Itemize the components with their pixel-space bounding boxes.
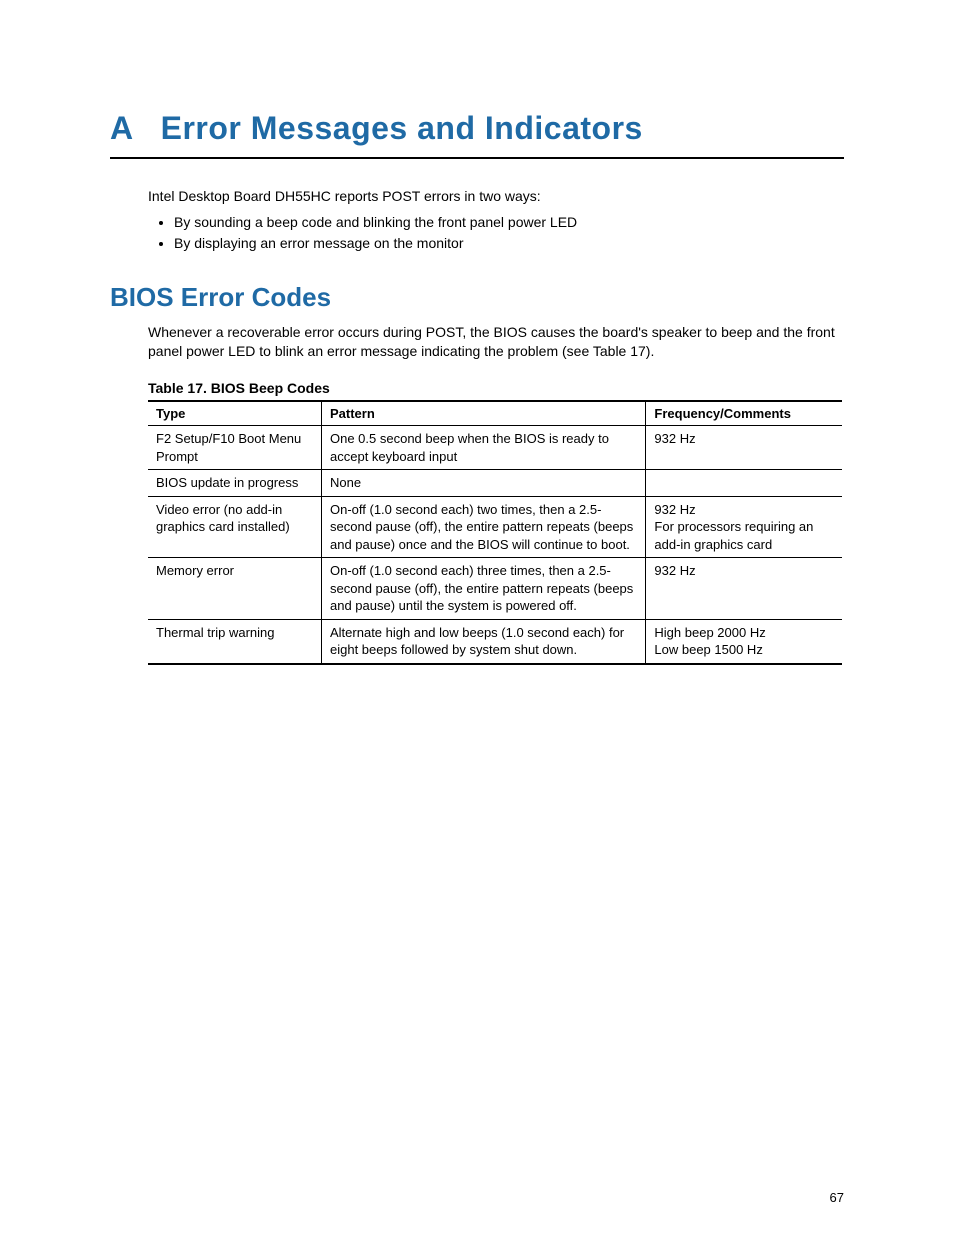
table-row: F2 Setup/F10 Boot Menu Prompt One 0.5 se… [148,425,842,469]
appendix-letter: A [110,110,132,146]
cell-pattern: None [322,470,646,497]
page-title-text: Error Messages and Indicators [161,110,643,146]
table-row: BIOS update in progress None [148,470,842,497]
bios-beep-table: Type Pattern Frequency/Comments F2 Setup… [148,400,842,665]
cell-frequency: 932 Hz For processors requiring an add-i… [646,496,842,558]
cell-pattern: One 0.5 second beep when the BIOS is rea… [322,425,646,469]
cell-type: Video error (no add-in graphics card ins… [148,496,322,558]
intro-bullets: By sounding a beep code and blinking the… [148,213,844,254]
list-item: By displaying an error message on the mo… [174,234,844,254]
cell-type: BIOS update in progress [148,470,322,497]
page-number: 67 [830,1190,844,1205]
header-pattern: Pattern [322,401,646,426]
cell-frequency: 932 Hz [646,558,842,620]
section-heading: BIOS Error Codes [110,282,844,313]
page-title: A Error Messages and Indicators [110,110,844,159]
cell-frequency [646,470,842,497]
header-type: Type [148,401,322,426]
cell-frequency: High beep 2000 Hz Low beep 1500 Hz [646,619,842,664]
document-page: A Error Messages and Indicators Intel De… [0,0,954,705]
table-row: Memory error On-off (1.0 second each) th… [148,558,842,620]
table-caption: Table 17. BIOS Beep Codes [148,380,844,396]
cell-type: Thermal trip warning [148,619,322,664]
list-item: By sounding a beep code and blinking the… [174,213,844,233]
cell-type: Memory error [148,558,322,620]
cell-pattern: On-off (1.0 second each) three times, th… [322,558,646,620]
table-header-row: Type Pattern Frequency/Comments [148,401,842,426]
cell-pattern: Alternate high and low beeps (1.0 second… [322,619,646,664]
table-row: Video error (no add-in graphics card ins… [148,496,842,558]
cell-pattern: On-off (1.0 second each) two times, then… [322,496,646,558]
intro-text: Intel Desktop Board DH55HC reports POST … [148,187,844,207]
cell-type: F2 Setup/F10 Boot Menu Prompt [148,425,322,469]
header-frequency: Frequency/Comments [646,401,842,426]
cell-frequency: 932 Hz [646,425,842,469]
section-paragraph: Whenever a recoverable error occurs duri… [148,323,844,362]
table-row: Thermal trip warning Alternate high and … [148,619,842,664]
